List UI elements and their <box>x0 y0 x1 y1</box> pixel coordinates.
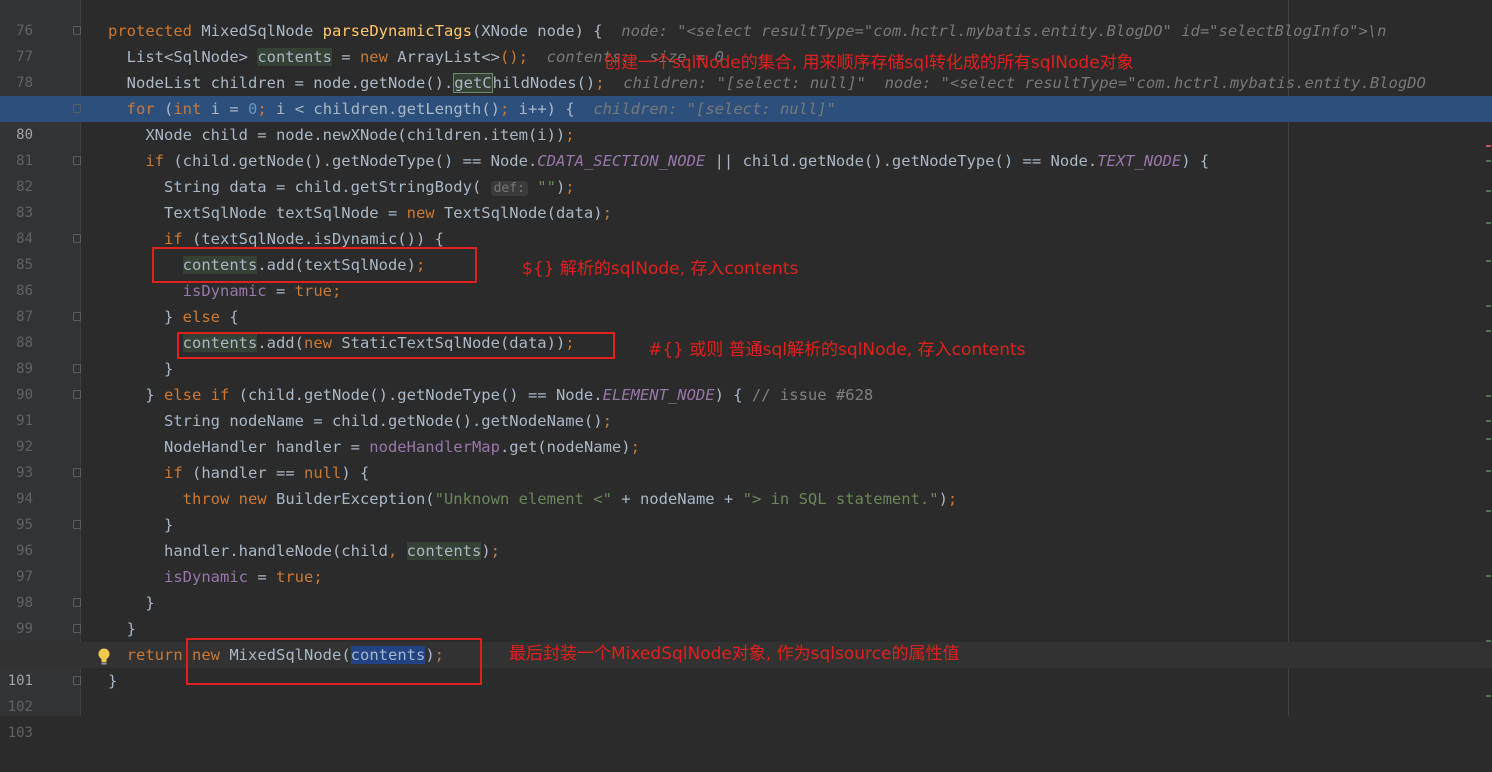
fold-toggle-icon[interactable] <box>73 156 81 165</box>
change-marker[interactable] <box>1486 640 1491 642</box>
error-marker[interactable] <box>1486 145 1491 147</box>
execution-point-line[interactable]: 80 for (int i = 0; i < children.getLengt… <box>0 96 1492 143</box>
annotation-box-dollar <box>152 247 477 283</box>
annotation-box-return <box>186 638 482 685</box>
annotation-text: 创建一个sqlNode的集合, 用来顺序存储sql转化成的所有sqlNode对象 <box>604 53 1134 73</box>
code-line[interactable]: 81 XNode child = node.newXNode(children.… <box>0 122 1492 169</box>
code-line[interactable]: 84 TextSqlNode textSqlNode = new TextSql… <box>0 200 1492 247</box>
fold-toggle-icon[interactable] <box>73 520 81 529</box>
fold-toggle-icon[interactable] <box>73 390 81 399</box>
fold-toggle-icon[interactable] <box>73 104 81 113</box>
code-line[interactable]: 77 protected MixedSqlNode parseDynamicTa… <box>0 18 1492 65</box>
code-line[interactable]: 82 if (child.getNode().getNodeType() == … <box>0 148 1492 195</box>
annotation-text: ${} 解析的sqlNode, 存入contents <box>522 259 799 279</box>
annotation-box-hash <box>177 332 615 359</box>
parameter-hint: def: <box>490 181 528 196</box>
fold-toggle-icon[interactable] <box>73 234 81 243</box>
fold-toggle-icon[interactable] <box>73 598 81 607</box>
code-line[interactable]: 95 throw new BuilderException("Unknown e… <box>0 486 1492 533</box>
code-line[interactable]: 97 handler.handleNode(child, contents); <box>0 538 1492 585</box>
debug-inline-hint: children: "[select: null]" node: "<selec… <box>623 74 1426 92</box>
fold-toggle-icon[interactable] <box>73 312 81 321</box>
code-line[interactable]: 98 isDynamic = true; <box>0 564 1492 611</box>
change-marker[interactable] <box>1486 470 1491 472</box>
code-line[interactable]: 94 if (handler == null) { <box>0 460 1492 507</box>
change-marker[interactable] <box>1486 395 1491 397</box>
scrollbar-markers[interactable] <box>1484 0 1492 716</box>
debug-inline-hint: children: "[select: null]" <box>593 100 836 118</box>
change-marker[interactable] <box>1486 305 1491 307</box>
code-line[interactable]: 83 String data = child.getStringBody( de… <box>0 174 1492 221</box>
code-line[interactable]: 103 <box>0 694 1492 741</box>
change-marker[interactable] <box>1486 575 1491 577</box>
change-marker[interactable] <box>1486 260 1491 262</box>
fold-toggle-icon[interactable] <box>73 26 81 35</box>
code-line[interactable]: 91 } else if (child.getNode().getNodeTyp… <box>0 382 1492 429</box>
code-line[interactable]: 96 } <box>0 512 1492 559</box>
code-line[interactable]: 93 NodeHandler handler = nodeHandlerMap.… <box>0 434 1492 481</box>
debug-inline-hint: node: "<select resultType="com.hctrl.myb… <box>621 22 1387 40</box>
code-line[interactable]: 76 <box>0 0 1492 39</box>
change-marker[interactable] <box>1486 438 1491 440</box>
change-marker[interactable] <box>1486 160 1491 162</box>
line-number: 103 <box>7 725 33 741</box>
change-marker[interactable] <box>1486 420 1491 422</box>
lightbulb-icon[interactable] <box>97 648 111 666</box>
code-line[interactable]: 79 NodeList children = node.getNode().ge… <box>0 70 1492 117</box>
fold-toggle-icon[interactable] <box>73 468 81 477</box>
code-line[interactable]: 92 String nodeName = child.getNode().get… <box>0 408 1492 455</box>
fold-toggle-icon[interactable] <box>73 364 81 373</box>
change-marker[interactable] <box>1486 222 1491 224</box>
fold-toggle-icon[interactable] <box>73 624 81 633</box>
change-marker[interactable] <box>1486 510 1491 512</box>
annotation-text: #{} 或则 普通sql解析的sqlNode, 存入contents <box>648 340 1026 360</box>
code-line[interactable]: 88 } else { <box>0 304 1492 351</box>
annotation-text: 最后封装一个MixedSqlNode对象, 作为sqlsource的属性值 <box>509 644 960 664</box>
change-marker[interactable] <box>1486 190 1491 192</box>
fold-toggle-icon[interactable] <box>73 676 81 685</box>
change-marker[interactable] <box>1486 695 1491 697</box>
code-line[interactable]: 99 } <box>0 590 1492 637</box>
change-marker[interactable] <box>1486 330 1491 332</box>
